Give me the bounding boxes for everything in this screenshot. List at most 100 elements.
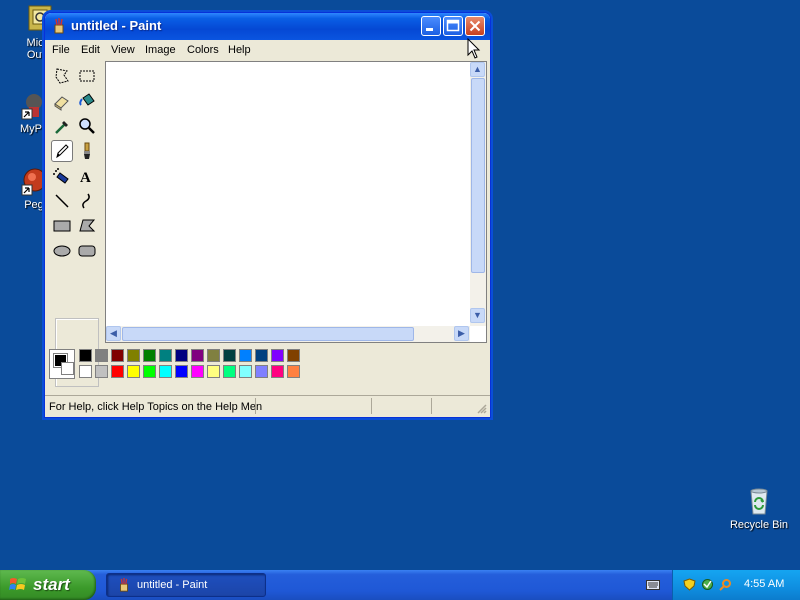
palette-swatch[interactable] <box>79 349 92 362</box>
paint-app-icon <box>120 578 128 592</box>
menu-colors[interactable]: Colors <box>187 44 219 56</box>
background-color <box>61 362 74 375</box>
palette-swatch[interactable] <box>79 365 92 378</box>
desktop-icon-recycle-bin[interactable]: Recycle Bin <box>719 486 799 531</box>
tool-magnifier[interactable] <box>76 115 98 137</box>
vertical-scroll-thumb[interactable] <box>471 78 485 273</box>
tool-text[interactable]: A <box>76 165 98 187</box>
paint-app-icon[interactable] <box>51 18 67 34</box>
palette-swatch[interactable] <box>143 349 156 362</box>
tool-box: A <box>49 63 101 387</box>
palette-swatch[interactable] <box>271 365 284 378</box>
status-divider <box>431 398 432 414</box>
scroll-down-icon[interactable]: ▼ <box>470 308 485 323</box>
palette-swatch[interactable] <box>159 365 172 378</box>
security-shield-icon[interactable] <box>683 578 696 591</box>
palette-swatch[interactable] <box>127 349 140 362</box>
palette-swatch[interactable] <box>175 349 188 362</box>
clock: 4:55 AM <box>744 578 785 590</box>
start-label: start <box>33 575 70 594</box>
palette-swatch[interactable] <box>111 349 124 362</box>
palette-swatch[interactable] <box>271 349 284 362</box>
tool-fill[interactable] <box>76 90 98 112</box>
svg-text:A: A <box>80 170 91 186</box>
tool-eraser[interactable] <box>51 90 73 112</box>
scroll-right-icon[interactable]: ▶ <box>454 326 469 341</box>
status-divider <box>371 398 372 414</box>
airbrush-icon <box>53 168 69 184</box>
keyboard-icon[interactable] <box>646 579 660 591</box>
start-button[interactable]: start <box>0 570 96 600</box>
palette-swatch[interactable] <box>175 365 188 378</box>
pencil-icon <box>56 144 69 159</box>
menu-edit[interactable]: Edit <box>81 44 100 56</box>
minimize-button[interactable] <box>421 16 441 36</box>
vertical-scrollbar[interactable]: ▲ ▼ <box>470 62 486 326</box>
tool-ellipse[interactable] <box>51 240 73 262</box>
palette-swatch[interactable] <box>255 349 268 362</box>
maximize-button[interactable] <box>443 16 463 36</box>
menu-image[interactable]: Image <box>145 44 176 56</box>
palette-swatch[interactable] <box>207 349 220 362</box>
polygon-icon <box>79 219 96 232</box>
ellipse-icon <box>53 245 71 257</box>
curve-icon <box>82 193 90 209</box>
drawing-canvas[interactable] <box>108 64 470 326</box>
tool-pencil[interactable] <box>51 140 73 162</box>
palette-swatch[interactable] <box>223 365 236 378</box>
taskbar: start untitled - Paint 4:55 AM <box>0 570 800 600</box>
eraser-icon <box>54 96 69 111</box>
menu-view[interactable]: View <box>111 44 135 56</box>
palette-swatch[interactable] <box>239 365 252 378</box>
palette-swatch[interactable] <box>223 349 236 362</box>
taskbar-item-label: untitled - Paint <box>137 579 208 591</box>
palette-swatch[interactable] <box>143 365 156 378</box>
tool-brush[interactable] <box>76 140 98 162</box>
tool-rectangle[interactable] <box>51 215 73 237</box>
free-select-icon <box>55 68 69 84</box>
rect-select-icon <box>79 70 95 82</box>
taskbar-item-paint[interactable]: untitled - Paint <box>106 573 266 597</box>
palette-swatch[interactable] <box>111 365 124 378</box>
tool-line[interactable] <box>51 190 73 212</box>
palette-swatch[interactable] <box>95 349 108 362</box>
current-colors <box>49 349 75 379</box>
tool-rounded-rectangle[interactable] <box>76 240 98 262</box>
palette-swatch[interactable] <box>255 365 268 378</box>
palette-swatch[interactable] <box>95 365 108 378</box>
tool-rect-select[interactable] <box>76 65 98 87</box>
resize-grip-icon[interactable] <box>475 402 487 414</box>
horizontal-scroll-thumb[interactable] <box>122 327 414 341</box>
palette-swatch[interactable] <box>239 349 252 362</box>
network-icon[interactable] <box>701 578 714 591</box>
close-icon <box>469 20 481 32</box>
tool-curve[interactable] <box>76 190 98 212</box>
color-palette <box>49 347 485 385</box>
scroll-left-icon[interactable]: ◀ <box>106 326 121 341</box>
palette-swatch[interactable] <box>287 349 300 362</box>
tool-pick-color[interactable] <box>51 115 73 137</box>
menu-file[interactable]: File <box>52 44 70 56</box>
menu-help[interactable]: Help <box>228 44 251 56</box>
close-button[interactable] <box>465 16 485 36</box>
canvas-area: ▲ ▼ ◀ ▶ <box>105 61 487 343</box>
title-bar[interactable]: untitled - Paint <box>45 13 490 40</box>
search-icon[interactable] <box>719 578 732 591</box>
tool-polygon[interactable] <box>76 215 98 237</box>
palette-swatch[interactable] <box>191 349 204 362</box>
horizontal-scrollbar[interactable]: ◀ ▶ <box>106 326 470 342</box>
menu-bar: File Edit View Image Colors Help <box>45 41 490 60</box>
status-divider <box>255 398 256 414</box>
palette-swatch[interactable] <box>127 365 140 378</box>
palette-swatch[interactable] <box>191 365 204 378</box>
tool-airbrush[interactable] <box>51 165 73 187</box>
system-tray: 4:55 AM <box>672 570 800 600</box>
palette-swatch[interactable] <box>287 365 300 378</box>
status-bar: For Help, click Help Topics on the Help … <box>45 395 490 416</box>
palette-swatch[interactable] <box>159 349 172 362</box>
text-icon: A <box>80 170 91 186</box>
scroll-up-icon[interactable]: ▲ <box>470 62 485 77</box>
fill-bucket-icon <box>79 93 95 106</box>
tool-free-form-select[interactable] <box>51 65 73 87</box>
palette-swatch[interactable] <box>207 365 220 378</box>
